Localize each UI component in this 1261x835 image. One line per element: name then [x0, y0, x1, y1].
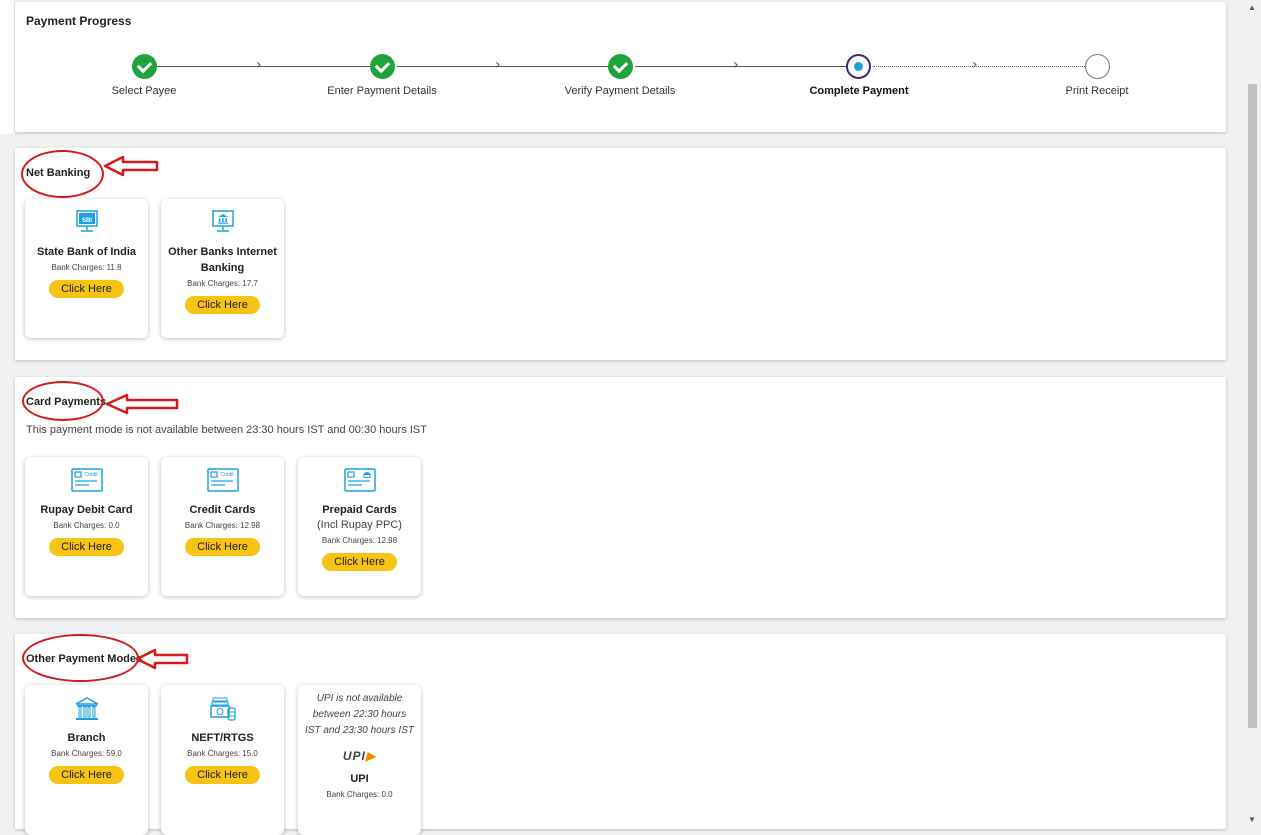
cash-transfer-icon — [209, 697, 236, 721]
payment-card-branch[interactable]: Branch Bank Charges: 59.0 Click Here — [25, 685, 148, 835]
payment-card-upi: UPI is not available between 22:30 hours… — [298, 685, 421, 835]
prepaid-card-icon — [343, 468, 376, 492]
scroll-up-arrow-icon[interactable]: ▲ — [1248, 3, 1256, 12]
card-title: State Bank of India — [36, 246, 137, 258]
card-payments-panel: Card Payments This payment mode is not a… — [15, 377, 1226, 618]
payment-card-rupay-debit[interactable]: Credit Rupay Debit Card Bank Charges: 0.… — [25, 457, 148, 596]
bank-charges: Bank Charges: 17.7 — [187, 279, 258, 288]
bank-charges: Bank Charges: 11.8 — [51, 263, 122, 272]
click-here-button[interactable]: Click Here — [322, 553, 397, 571]
bank-building-icon — [75, 697, 98, 720]
annotation-ellipse — [22, 634, 139, 682]
annotation-arrow-icon — [135, 648, 189, 670]
svg-text:Credit: Credit — [220, 472, 234, 478]
step-complete-icon — [132, 54, 157, 79]
payment-card-credit[interactable]: Credit Credit Cards Bank Charges: 12.98 … — [161, 457, 284, 596]
payment-card-neft-rtgs[interactable]: NEFT/RTGS Bank Charges: 15.0 Click Here — [161, 685, 284, 835]
payment-card-sbi[interactable]: SBI State Bank of India Bank Charges: 11… — [25, 199, 148, 338]
chevron-right-icon: › — [256, 57, 262, 73]
bank-charges: Bank Charges: 0.0 — [326, 790, 393, 799]
step-complete-icon — [608, 54, 633, 79]
page-left-margin — [0, 0, 14, 134]
svg-text:SBI: SBI — [81, 218, 91, 224]
chevron-right-icon: › — [733, 57, 739, 73]
annotation-ellipse — [21, 150, 104, 198]
card-subtitle: (Incl Rupay PPC) — [317, 519, 402, 531]
step-connector — [157, 66, 385, 67]
payment-card-other-banks[interactable]: Other Banks Internet Banking Bank Charge… — [161, 199, 284, 338]
annotation-arrow-icon — [103, 155, 159, 177]
bank-charges: Bank Charges: 59.0 — [51, 749, 122, 758]
card-title: NEFT/RTGS — [191, 732, 254, 744]
click-here-button[interactable]: Click Here — [49, 538, 124, 556]
click-here-button[interactable]: Click Here — [185, 538, 260, 556]
upi-logo-arrow-icon: ▶ — [365, 749, 377, 763]
bank-charges: Bank Charges: 15.0 — [187, 749, 258, 758]
annotation-ellipse — [22, 381, 104, 421]
step-connector — [635, 66, 863, 67]
card-title: Branch — [67, 732, 106, 744]
card-title: Prepaid Cards — [322, 504, 397, 516]
click-here-button[interactable]: Click Here — [49, 766, 124, 784]
card-title: Rupay Debit Card — [40, 504, 133, 516]
scrollbar-thumb[interactable] — [1248, 84, 1257, 728]
step-label-print-receipt: Print Receipt — [1065, 85, 1129, 97]
step-label-select-payee: Select Payee — [111, 85, 177, 97]
vertical-scrollbar[interactable]: ▲ ▼ — [1244, 0, 1261, 829]
upi-logo-text: UPI — [342, 749, 366, 763]
credit-card-icon: Credit — [206, 468, 239, 492]
step-pending-icon — [1085, 54, 1110, 79]
step-label-complete-payment: Complete Payment — [809, 85, 909, 97]
click-here-button[interactable]: Click Here — [185, 766, 260, 784]
progress-title: Payment Progress — [26, 14, 132, 28]
step-connector-pending — [873, 66, 1087, 67]
bank-charges: Bank Charges: 0.0 — [53, 521, 120, 530]
svg-text:Credit: Credit — [84, 472, 98, 478]
scroll-down-arrow-icon[interactable]: ▼ — [1248, 815, 1256, 824]
other-payment-modes-panel: Other Payment Modes Branch Bank Charges:… — [15, 634, 1226, 835]
card-title: UPI — [350, 773, 369, 785]
click-here-button[interactable]: Click Here — [185, 296, 260, 314]
card-title: Other Banks Internet Banking — [168, 246, 277, 274]
sbi-monitor-icon: SBI — [75, 210, 98, 232]
chevron-right-icon: › — [972, 57, 978, 73]
step-complete-icon — [370, 54, 395, 79]
step-connector — [397, 66, 623, 67]
bank-charges: Bank Charges: 12.98 — [321, 536, 398, 545]
bank-charges: Bank Charges: 12.98 — [184, 521, 261, 530]
annotation-arrow-icon — [105, 393, 179, 415]
upi-availability-note: UPI is not available between 22:30 hours… — [305, 693, 414, 736]
chevron-right-icon: › — [495, 57, 501, 73]
payment-card-prepaid[interactable]: Prepaid Cards (Incl Rupay PPC) Bank Char… — [298, 457, 421, 596]
step-label-verify-details: Verify Payment Details — [564, 85, 676, 97]
card-title: Credit Cards — [189, 504, 256, 516]
credit-card-icon: Credit — [70, 468, 103, 492]
click-here-button[interactable]: Click Here — [49, 280, 124, 298]
step-current-icon — [846, 54, 871, 79]
upi-logo: UPI▶ — [298, 749, 421, 763]
bank-monitor-icon — [211, 210, 234, 232]
step-label-enter-details: Enter Payment Details — [327, 85, 437, 97]
net-banking-panel: Net Banking SBI State Bank of India Bank… — [15, 148, 1226, 360]
card-payments-note: This payment mode is not available betwe… — [26, 424, 427, 436]
payment-progress-panel: Payment Progress › › › › Select Payee En… — [15, 2, 1226, 132]
